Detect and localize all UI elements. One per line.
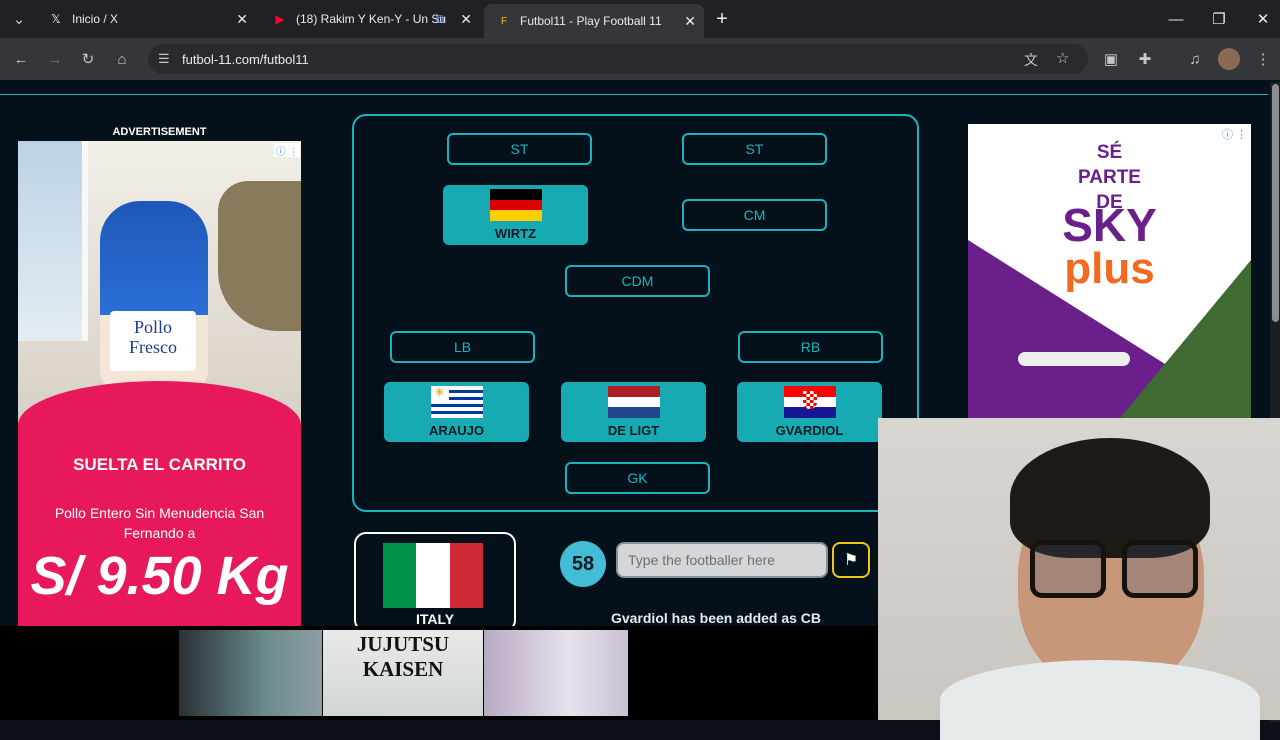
thumbnail-1[interactable] bbox=[179, 630, 322, 716]
tab-x[interactable]: 𝕏 Inicio / X ✕ bbox=[36, 0, 256, 38]
scrollbar-thumb[interactable] bbox=[1272, 84, 1279, 322]
url-text: futbol-11.com/futbol11 bbox=[182, 51, 309, 67]
ad-slogan: SUELTA EL CARRITO bbox=[73, 455, 246, 474]
ad-brand-plus: plus bbox=[1064, 244, 1155, 293]
italy-flag-icon bbox=[383, 543, 483, 608]
slot-st-left[interactable]: ST bbox=[447, 133, 592, 165]
ad-description: Pollo Entero Sin Menudencia San Fernando… bbox=[54, 505, 265, 541]
close-icon[interactable]: ✕ bbox=[684, 13, 696, 30]
home-icon[interactable]: ⌂ bbox=[111, 48, 133, 70]
tab-title: Inicio / X bbox=[72, 12, 119, 26]
uruguay-flag-icon: ☀ bbox=[430, 386, 483, 418]
futbol11-icon: F bbox=[500, 15, 508, 27]
ad-window-image bbox=[18, 141, 88, 341]
tab-youtube[interactable]: ▶ (18) Rakim Y Ken-Y - Un Su ⧉ ✕ bbox=[260, 0, 480, 38]
youtube-icon: ▶ bbox=[275, 12, 285, 26]
ad-dinosaur-image bbox=[218, 181, 301, 331]
restore-icon[interactable]: ❐ bbox=[1208, 8, 1230, 30]
tab-search-icon[interactable]: ⌄ bbox=[8, 8, 30, 30]
new-tab-icon[interactable]: + bbox=[711, 8, 733, 30]
media-control-icon[interactable]: ♫ bbox=[1184, 48, 1206, 70]
glasses-right-lens bbox=[1122, 540, 1198, 598]
airplane-image bbox=[1018, 352, 1130, 366]
slot-cdm[interactable]: CDM bbox=[565, 265, 710, 297]
x-logo-icon: 𝕏 bbox=[51, 12, 61, 26]
window-close-icon[interactable]: ✕ bbox=[1252, 8, 1274, 30]
thumbnail-3[interactable] bbox=[484, 630, 628, 716]
header-divider bbox=[0, 94, 1268, 95]
advertisement-label: ADVERTISEMENT bbox=[112, 126, 207, 138]
slot-gk[interactable]: GK bbox=[565, 462, 710, 494]
minimize-icon[interactable]: — bbox=[1165, 8, 1187, 30]
player-name: WIRTZ bbox=[494, 226, 537, 241]
country-name: ITALY bbox=[415, 611, 455, 627]
glasses-left-lens bbox=[1030, 540, 1106, 598]
germany-flag-icon bbox=[489, 189, 542, 222]
player-card-gvardiol[interactable]: GVARDIOL bbox=[737, 382, 882, 442]
player-card-wirtz[interactable]: WIRTZ bbox=[443, 185, 588, 245]
site-info-icon[interactable]: ☰ bbox=[158, 51, 170, 67]
menu-kebab-icon[interactable]: ⋮ bbox=[1252, 48, 1274, 70]
left-ad-banner[interactable]: Pollo Fresco SUELTA EL CARRITO Pollo Ent… bbox=[18, 141, 301, 626]
status-message: Gvardiol has been added as CB bbox=[610, 610, 822, 626]
netherlands-flag-icon bbox=[607, 386, 660, 419]
forward-icon[interactable]: → bbox=[44, 48, 66, 70]
address-bar[interactable]: ☰ futbol-11.com/futbol11 文 ☆ bbox=[148, 44, 1088, 74]
translate-icon[interactable]: 文 bbox=[1024, 50, 1038, 70]
tab-futbol11[interactable]: F Futbol11 - Play Football 11 ✕ bbox=[484, 4, 704, 38]
ad-info-icon[interactable]: ⓘ ⋮ bbox=[274, 143, 300, 158]
slot-lb[interactable]: LB bbox=[390, 331, 535, 363]
give-up-flag-button[interactable]: ⚑ bbox=[832, 542, 870, 578]
ad-price: S/ 9.50 Kg bbox=[30, 546, 289, 606]
profile-avatar[interactable] bbox=[1218, 48, 1240, 70]
slot-st-right[interactable]: ST bbox=[682, 133, 827, 165]
score-badge: 58 bbox=[560, 541, 606, 587]
slot-cm[interactable]: CM bbox=[682, 199, 827, 231]
formation-board bbox=[352, 114, 919, 512]
picture-in-picture-icon: ⧉ bbox=[436, 12, 445, 26]
back-icon[interactable]: ← bbox=[10, 48, 32, 70]
player-card-de-ligt[interactable]: DE LIGT bbox=[561, 382, 706, 442]
ad-bag-label: Pollo Fresco bbox=[110, 311, 196, 371]
thumbnail-title: JUJUTSU KAISEN bbox=[356, 632, 450, 681]
close-icon[interactable]: ✕ bbox=[460, 11, 472, 28]
extensions-icon[interactable]: ✚ bbox=[1134, 48, 1156, 70]
player-name: GVARDIOL bbox=[775, 423, 844, 438]
close-icon[interactable]: ✕ bbox=[236, 11, 248, 28]
player-name: ARAUJO bbox=[429, 423, 484, 438]
reload-icon[interactable]: ↻ bbox=[77, 48, 99, 70]
tab-title: Futbol11 - Play Football 11 bbox=[520, 14, 662, 28]
bookmark-star-icon[interactable]: ☆ bbox=[1056, 49, 1069, 67]
flag-icon: ⚑ bbox=[843, 552, 859, 569]
footballer-input[interactable] bbox=[616, 542, 828, 578]
tab-groups-icon[interactable]: ▣ bbox=[1100, 48, 1122, 70]
tab-title: (18) Rakim Y Ken-Y - Un Su bbox=[296, 12, 446, 26]
player-card-araujo[interactable]: ☀ ARAUJO bbox=[384, 382, 529, 442]
croatia-flag-icon bbox=[783, 386, 836, 419]
slot-rb[interactable]: RB bbox=[738, 331, 883, 363]
player-name: DE LIGT bbox=[607, 423, 660, 438]
webcam-shirt bbox=[940, 660, 1260, 740]
